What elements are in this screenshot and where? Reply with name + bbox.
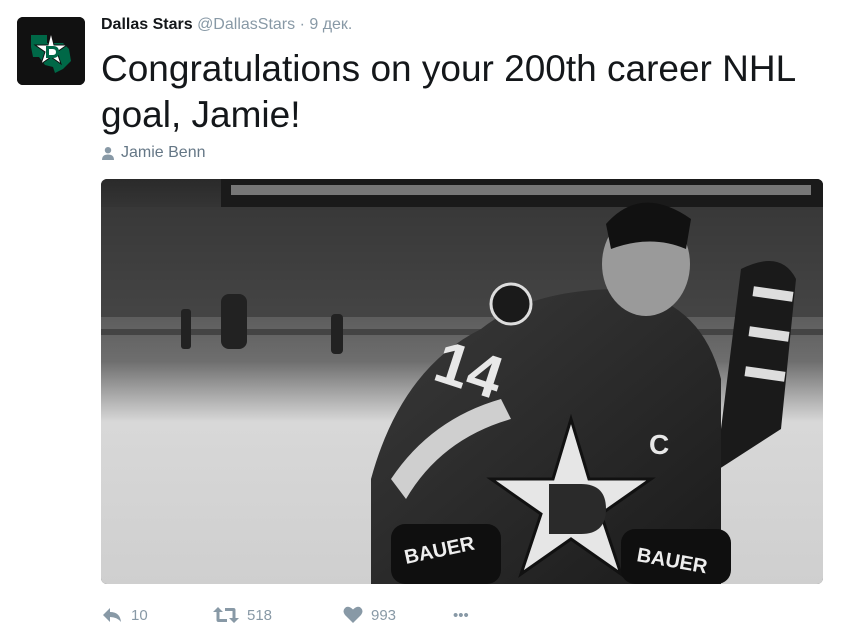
retweet-button[interactable]: 518 xyxy=(213,606,343,624)
tweet-date[interactable]: 9 дек. xyxy=(309,16,352,33)
author-handle[interactable]: @DallasStars xyxy=(197,16,295,33)
tweet-header: Dallas Stars @DallasStars · 9 дек. xyxy=(101,15,352,35)
captain-letter: C xyxy=(649,429,669,460)
author-name[interactable]: Dallas Stars xyxy=(101,16,193,33)
like-button[interactable]: 993 xyxy=(343,606,453,624)
reply-icon xyxy=(101,606,123,624)
hockey-player-photo: 14 C BAUER BAUER xyxy=(101,179,823,584)
retweet-count: 518 xyxy=(247,606,273,624)
retweet-icon xyxy=(213,606,239,624)
tagged-user-name: Jamie Benn xyxy=(121,144,206,161)
tweet-actions: 10 518 993 ••• xyxy=(101,601,469,629)
heart-icon xyxy=(343,606,363,624)
reply-button[interactable]: 10 xyxy=(101,606,213,624)
like-count: 993 xyxy=(371,606,397,624)
dallas-stars-logo xyxy=(17,17,85,85)
tweet: Dallas Stars @DallasStars · 9 дек. Congr… xyxy=(0,0,841,644)
more-button[interactable]: ••• xyxy=(453,607,469,624)
user-icon xyxy=(102,147,114,160)
tweet-text: Congratulations on your 200th career NHL… xyxy=(101,48,795,135)
reply-count: 10 xyxy=(131,606,148,624)
avatar[interactable] xyxy=(17,17,85,85)
separator-dot: · xyxy=(299,16,305,33)
tweet-photo[interactable]: 14 C BAUER BAUER xyxy=(101,179,823,584)
more-icon: ••• xyxy=(453,606,469,624)
tagged-user[interactable]: Jamie Benn xyxy=(101,143,206,163)
